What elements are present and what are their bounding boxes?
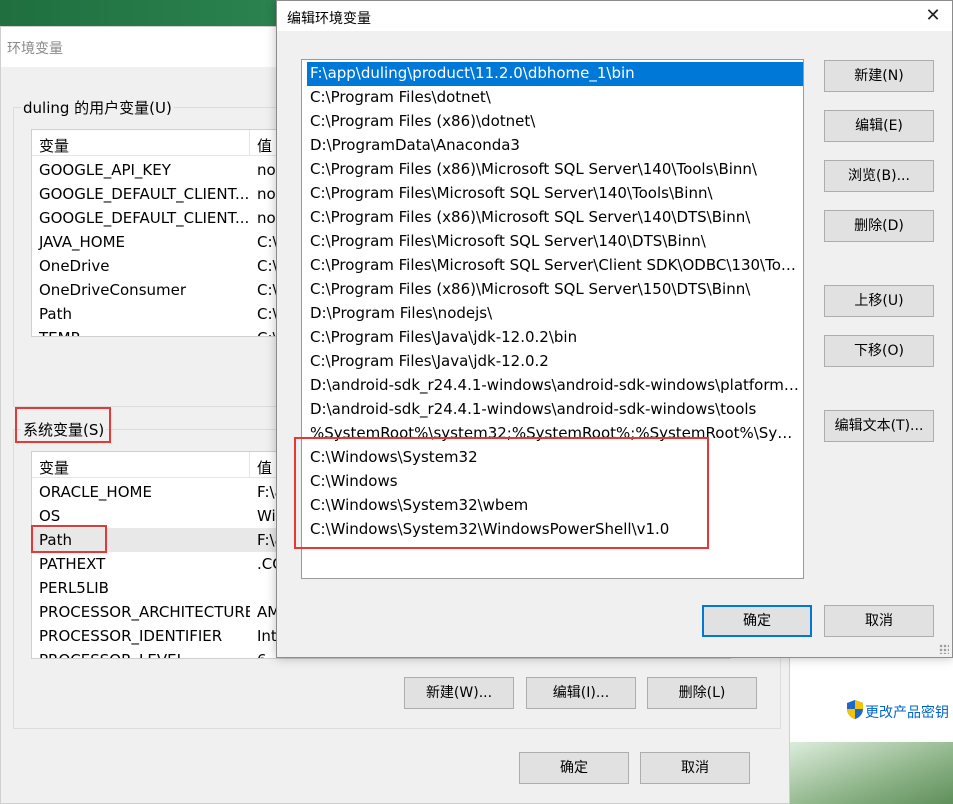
path-edit-text-button[interactable]: 编辑文本(T)... bbox=[824, 410, 934, 442]
system-delete-button[interactable]: 删除(L) bbox=[647, 677, 757, 709]
edit-environment-variable-dialog: 编辑环境变量 ✕ F:\app\duling\product\11.2.0\db… bbox=[276, 0, 953, 658]
var-name: OneDriveConsumer bbox=[39, 281, 187, 299]
var-name: GOOGLE_DEFAULT_CLIENT... bbox=[39, 185, 250, 203]
path-new-button[interactable]: 新建(N) bbox=[824, 60, 934, 92]
change-product-key-link[interactable]: 更改产品密钥 bbox=[865, 702, 949, 722]
var-name: JAVA_HOME bbox=[39, 233, 126, 251]
env-ok-button[interactable]: 确定 bbox=[519, 752, 629, 784]
path-entry[interactable]: C:\Program Files\Microsoft SQL Server\14… bbox=[307, 230, 803, 254]
var-name: PERL5LIB bbox=[39, 579, 109, 597]
edit-dialog-title: 编辑环境变量 bbox=[277, 1, 952, 31]
path-entry[interactable]: C:\Program Files (x86)\dotnet\ bbox=[307, 110, 803, 134]
path-entry[interactable]: D:\ProgramData\Anaconda3 bbox=[307, 134, 803, 158]
path-edit-button[interactable]: 编辑(E) bbox=[824, 110, 934, 142]
path-entry[interactable]: C:\Program Files (x86)\Microsoft SQL Ser… bbox=[307, 206, 803, 230]
system-properties-panel bbox=[790, 658, 953, 742]
path-entry[interactable]: C:\Program Files (x86)\Microsoft SQL Ser… bbox=[307, 278, 803, 302]
path-entry[interactable]: C:\Program Files\dotnet\ bbox=[307, 86, 803, 110]
path-entry[interactable]: C:\Program Files\Microsoft SQL Server\Cl… bbox=[307, 254, 803, 278]
path-move-down-button[interactable]: 下移(O) bbox=[824, 335, 934, 367]
path-entry-selected[interactable]: F:\app\duling\product\11.2.0\dbhome_1\bi… bbox=[307, 62, 803, 86]
var-name: GOOGLE_DEFAULT_CLIENT... bbox=[39, 209, 250, 227]
var-name: Path bbox=[39, 305, 72, 323]
highlight-box bbox=[15, 407, 111, 443]
path-entry[interactable]: D:\android-sdk_r24.4.1-windows\android-s… bbox=[307, 398, 803, 422]
var-name: PROCESSOR_IDENTIFIER bbox=[39, 627, 223, 645]
user-vars-label: duling 的用户变量(U) bbox=[21, 97, 174, 118]
system-edit-button[interactable]: 编辑(I)... bbox=[526, 677, 636, 709]
path-entry[interactable]: D:\android-sdk_r24.4.1-windows\android-s… bbox=[307, 374, 803, 398]
var-name: PATHEXT bbox=[39, 555, 106, 573]
resize-grip-icon[interactable] bbox=[939, 644, 949, 654]
path-move-up-button[interactable]: 上移(U) bbox=[824, 285, 934, 317]
uac-shield-icon bbox=[847, 700, 863, 719]
column-header-variable[interactable]: 变量 bbox=[32, 130, 250, 156]
var-name: GOOGLE_API_KEY bbox=[39, 161, 171, 179]
close-icon[interactable]: ✕ bbox=[920, 4, 946, 28]
path-entry[interactable]: C:\Program Files (x86)\Microsoft SQL Ser… bbox=[307, 158, 803, 182]
path-entry[interactable]: C:\Program Files\Java\jdk-12.0.2 bbox=[307, 350, 803, 374]
system-new-button[interactable]: 新建(W)... bbox=[404, 677, 514, 709]
var-name: PROCESSOR_ARCHITECTURE bbox=[39, 603, 250, 621]
var-name: ORACLE_HOME bbox=[39, 483, 152, 501]
highlight-box bbox=[31, 525, 107, 553]
edit-ok-button[interactable]: 确定 bbox=[702, 605, 812, 637]
path-browse-button[interactable]: 浏览(B)... bbox=[824, 160, 934, 192]
var-name: TEMP bbox=[32, 326, 250, 336]
highlight-box bbox=[294, 437, 709, 549]
env-cancel-button[interactable]: 取消 bbox=[640, 752, 750, 784]
column-header-variable[interactable]: 变量 bbox=[32, 452, 250, 478]
path-entry[interactable]: D:\Program Files\nodejs\ bbox=[307, 302, 803, 326]
var-name: OneDrive bbox=[39, 257, 110, 275]
path-delete-button[interactable]: 删除(D) bbox=[824, 210, 934, 242]
var-name: PROCESSOR_LEVEL bbox=[32, 648, 250, 658]
path-entry[interactable]: C:\Program Files\Java\jdk-12.0.2\bin bbox=[307, 326, 803, 350]
edit-cancel-button[interactable]: 取消 bbox=[824, 605, 934, 637]
path-entry[interactable]: C:\Program Files\Microsoft SQL Server\14… bbox=[307, 182, 803, 206]
